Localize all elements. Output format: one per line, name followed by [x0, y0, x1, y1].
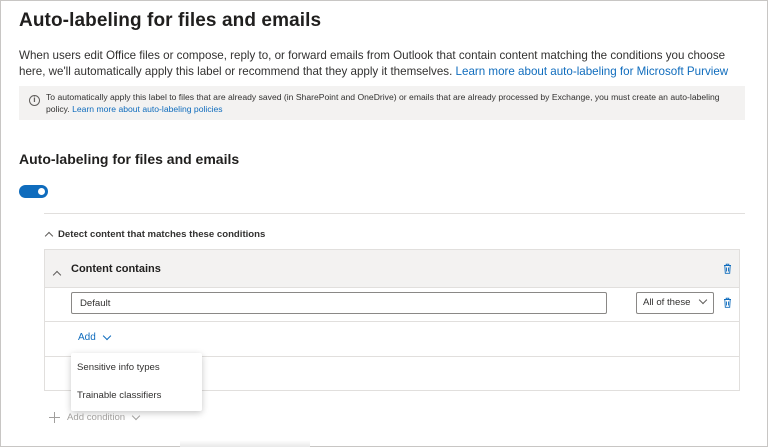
row-divider — [45, 321, 739, 322]
learn-more-auto-labeling-link[interactable]: Learn more about auto-labeling for Micro… — [456, 65, 729, 78]
section-divider — [44, 213, 745, 214]
delete-group-icon[interactable] — [723, 263, 732, 274]
chevron-down-icon — [698, 295, 708, 305]
match-mode-select[interactable]: All of these — [636, 292, 714, 314]
add-label: Add — [78, 332, 96, 343]
delete-condition-icon[interactable] — [723, 297, 732, 308]
plus-icon — [49, 411, 60, 423]
match-mode-value: All of these — [643, 297, 691, 308]
info-message-text: To automatically apply this label to fil… — [46, 91, 736, 115]
add-menu-dropdown: Sensitive info types Trainable classifie… — [71, 353, 202, 411]
toggle-knob — [38, 188, 45, 195]
menu-item-sensitive-info-types[interactable]: Sensitive info types — [71, 354, 202, 382]
auto-labeling-toggle[interactable] — [19, 185, 48, 198]
intro-text: When users edit Office files or compose,… — [19, 48, 749, 80]
detect-conditions-label: Detect content that matches these condit… — [58, 228, 266, 240]
chevron-down-icon — [102, 331, 112, 341]
add-condition-type-button[interactable]: Add — [78, 331, 112, 343]
info-icon: i — [29, 95, 40, 106]
condition-group-header: Content contains — [45, 250, 739, 288]
section-title: Auto-labeling for files and emails — [19, 151, 240, 167]
condition-group-title: Content contains — [71, 263, 161, 275]
chevron-up-icon — [52, 270, 62, 280]
page-title: Auto-labeling for files and emails — [19, 10, 322, 31]
info-message-bar: i To automatically apply this label to f… — [19, 86, 745, 120]
add-condition-label: Add condition — [67, 411, 126, 423]
add-condition-button[interactable]: Add condition — [49, 410, 141, 424]
chevron-down-icon — [131, 411, 141, 420]
collapse-group-button[interactable] — [52, 265, 62, 283]
condition-text-input[interactable] — [71, 292, 607, 314]
bottom-fade — [180, 440, 310, 447]
learn-more-policies-link[interactable]: Learn more about auto-labeling policies — [72, 104, 223, 114]
chevron-up-icon — [44, 231, 54, 240]
menu-item-trainable-classifiers[interactable]: Trainable classifiers — [71, 382, 202, 410]
detect-conditions-expander[interactable]: Detect content that matches these condit… — [44, 226, 266, 242]
